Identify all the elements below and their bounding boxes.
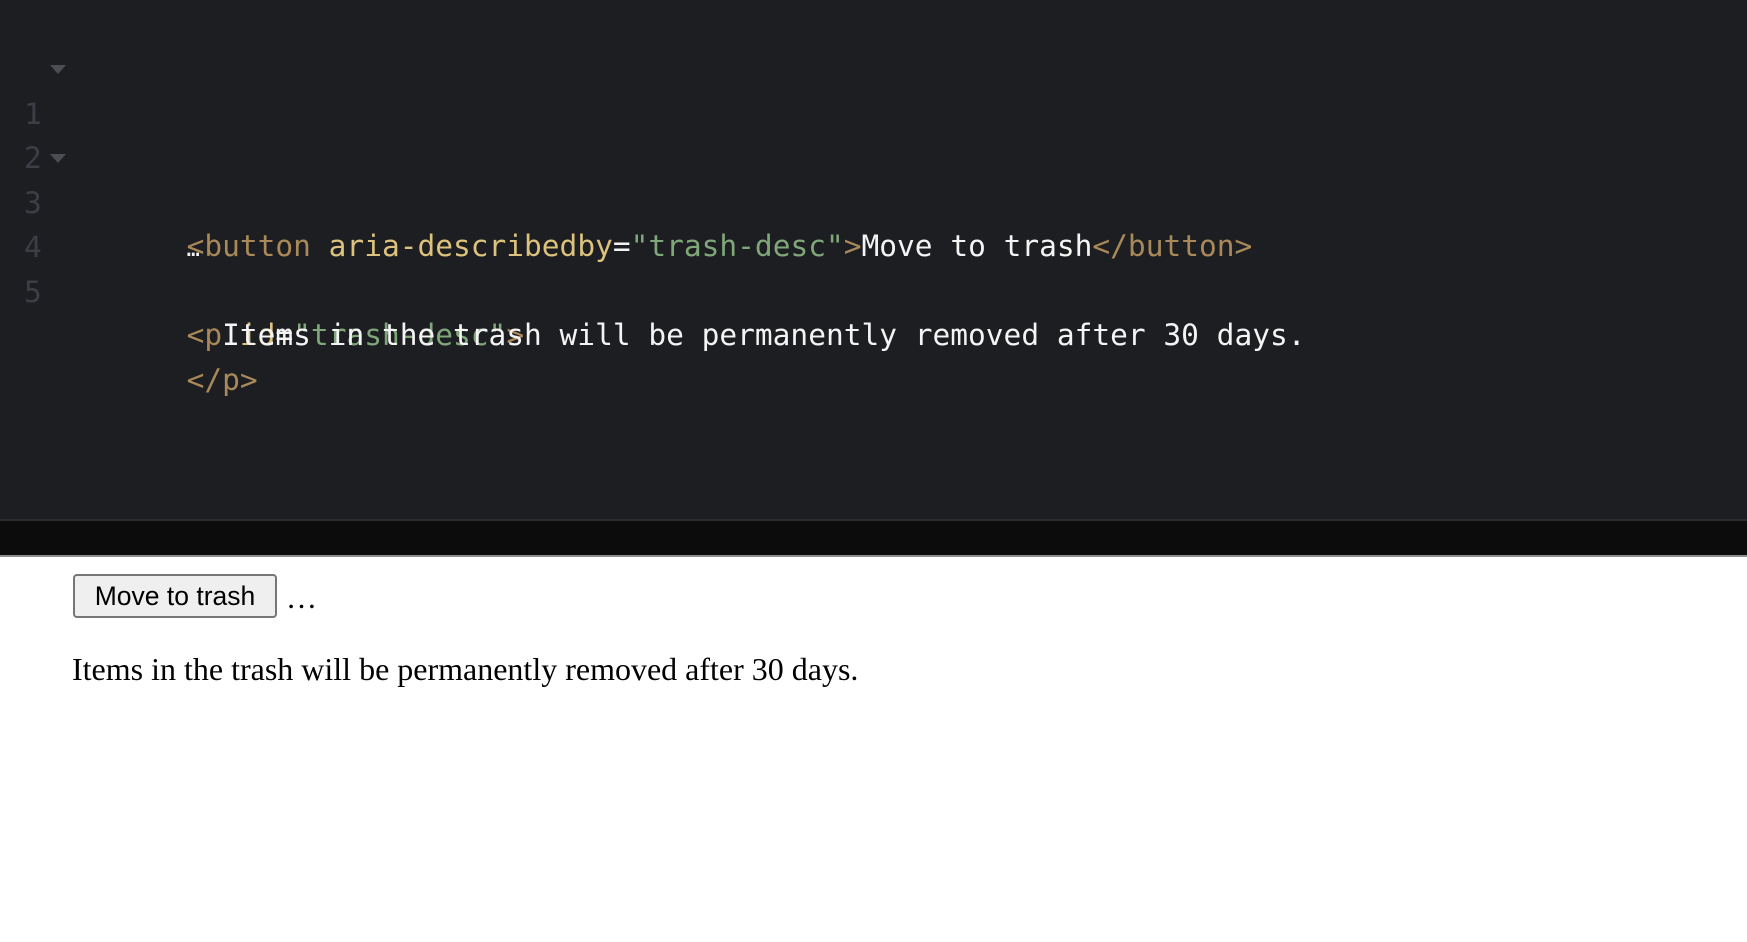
- token-text: Items in the trash will be permanently r…: [186, 318, 1306, 352]
- code-line-1[interactable]: 1 <button aria-describedby="trash-desc">…: [0, 48, 1747, 263]
- rendered-preview: Move to trash … Items in the trash will …: [0, 557, 1747, 942]
- preview-ellipsis: …: [286, 580, 317, 615]
- code-text: Items in the trash will be permanently r…: [80, 269, 1306, 401]
- fold-arrow-icon[interactable]: [50, 154, 66, 163]
- code-line-5[interactable]: 5 </p>: [0, 226, 1747, 397]
- code-editor[interactable]: 1 <button aria-describedby="trash-desc">…: [0, 0, 1747, 520]
- trash-description: Items in the trash will be permanently r…: [72, 651, 859, 687]
- line-number: 5: [24, 275, 42, 309]
- token-tag: </p>: [186, 363, 258, 397]
- fold-arrow-icon[interactable]: [50, 65, 66, 74]
- code-line-4[interactable]: 4 Items in the trash will be permanently…: [0, 181, 1747, 352]
- pane-splitter-handle[interactable]: [0, 521, 1747, 555]
- move-to-trash-button[interactable]: Move to trash: [73, 574, 277, 618]
- code-line-3[interactable]: 3 <p id="trash-desc">: [0, 137, 1747, 352]
- code-text: </p>: [80, 314, 258, 446]
- code-line-2[interactable]: 2 …: [0, 92, 1747, 262]
